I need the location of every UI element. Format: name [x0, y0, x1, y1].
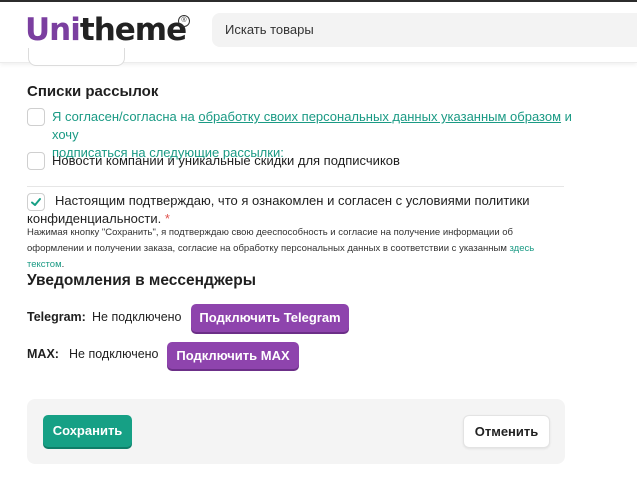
max-status: Не подключено [69, 347, 159, 361]
telegram-label: Telegram: [27, 310, 86, 324]
top-border [0, 0, 637, 2]
logo-part-uni: Uni [25, 12, 81, 48]
messengers-title: Уведомления в мессенджеры [27, 272, 256, 289]
previous-field-box [28, 48, 125, 66]
search-input[interactable]: Искать товары [212, 13, 637, 47]
registered-mark-icon: ® [178, 15, 190, 27]
mailing-lists-title: Списки рассылок [27, 83, 159, 100]
newsletter-checkbox[interactable] [27, 152, 45, 170]
disclaimer-line2: оформлении и получении заказа, согласие … [27, 243, 507, 254]
disclaimer-end: . [61, 259, 65, 270]
section-divider [27, 186, 564, 187]
newsletter-label: Новости компании и уникальные скидки для… [52, 153, 400, 168]
consent-text-before: Я согласен/согласна на [52, 109, 199, 124]
checkmark-icon [31, 198, 41, 206]
privacy-checkbox[interactable] [27, 193, 45, 211]
site-logo[interactable]: Unitheme [25, 12, 187, 48]
privacy-line1: Настоящим подтверждаю, что я ознакомлен … [55, 193, 530, 208]
max-label: MAX: [27, 347, 59, 361]
required-mark: * [164, 211, 170, 226]
cancel-button[interactable]: Отменить [463, 415, 550, 448]
save-button[interactable]: Сохранить [43, 415, 132, 447]
disclaimer-line1: Нажимая кнопку "Сохранить", я подтвержда… [27, 227, 514, 238]
disclaimer-link-here[interactable]: здесь [510, 243, 535, 254]
save-disclaimer: Нажимая кнопку "Сохранить", я подтвержда… [27, 225, 587, 273]
telegram-status: Не подключено [92, 310, 182, 324]
connect-telegram-button[interactable]: Подключить Telegram [191, 304, 349, 332]
privacy-line2-text: конфиденциальности. [27, 211, 162, 226]
disclaimer-link-text[interactable]: текстом [27, 259, 62, 270]
logo-part-theme: theme [79, 12, 187, 48]
search-placeholder: Искать товары [225, 22, 314, 37]
consent-checkbox[interactable] [27, 108, 45, 126]
consent-personal-data-link[interactable]: обработку своих персональных данных указ… [198, 109, 561, 124]
connect-max-button[interactable]: Подключить MAX [167, 342, 299, 369]
